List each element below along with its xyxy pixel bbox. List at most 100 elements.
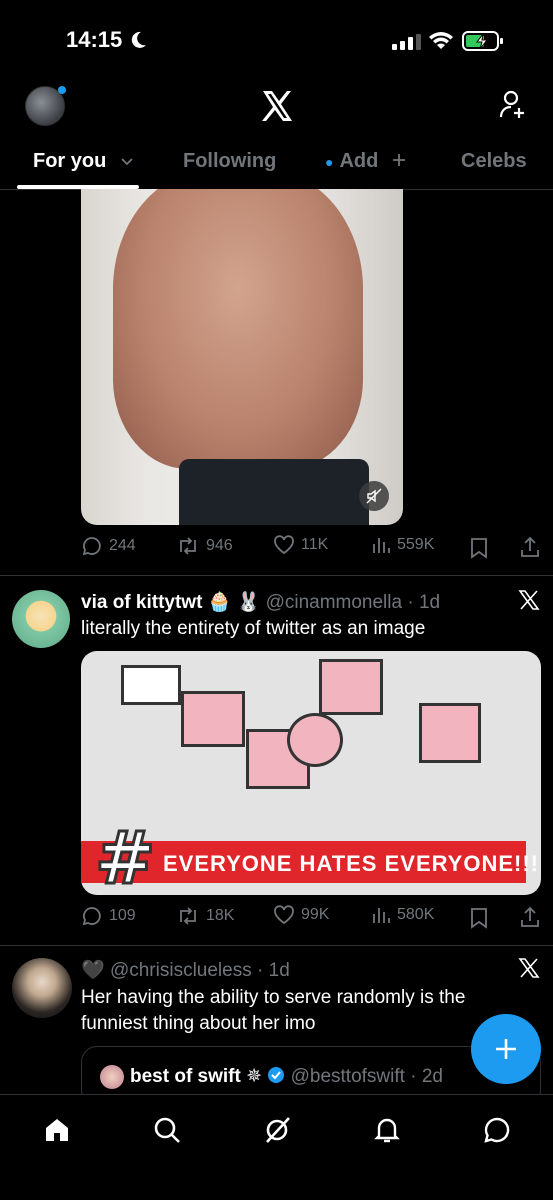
- hashtag-symbol: #: [93, 815, 156, 896]
- tab-label: Celebs: [461, 150, 527, 172]
- signal-icon: [392, 34, 421, 50]
- verified-badge-icon: [268, 1067, 285, 1083]
- wifi-icon: [429, 32, 453, 49]
- status-bar: 14:15: [0, 0, 553, 80]
- post2-text: literally the entirety of twitter as an …: [81, 618, 426, 639]
- quoted-header: best of swift ✵ @besttofswift · 2d: [130, 1065, 443, 1088]
- bottom-navigation: [0, 1094, 553, 1200]
- compose-post-button[interactable]: [471, 1014, 541, 1084]
- quoted-handle: @besttofswift: [290, 1066, 405, 1087]
- moon-icon: [131, 31, 146, 48]
- view-count: 559K: [397, 536, 435, 553]
- post3-timestamp: 1d: [268, 960, 290, 981]
- cartoon-head: [287, 713, 343, 767]
- quoted-name-badge: ✵: [246, 1066, 263, 1087]
- tab-for-you[interactable]: For you: [33, 150, 134, 173]
- mute-button[interactable]: [359, 481, 389, 511]
- reply-count: 244: [109, 537, 136, 554]
- views-button[interactable]: 559K: [371, 535, 434, 555]
- post3-text: Her having the ability to serve randomly…: [81, 987, 466, 1034]
- separator-dot: ·: [251, 960, 269, 981]
- post-divider: [0, 575, 553, 576]
- post3-header: 🖤 @chrisisclueless · 1d: [81, 958, 290, 982]
- dismiss-icon[interactable]: [517, 588, 541, 612]
- plus-icon: [392, 154, 405, 166]
- share-icon[interactable]: [519, 906, 541, 928]
- like-count: 99K: [301, 906, 330, 923]
- separator-dot: ·: [402, 592, 419, 613]
- reply-count: 109: [109, 907, 136, 924]
- plus-icon: [496, 1039, 516, 1059]
- media-banner-text: EVERYONE HATES EVERYONE!!!!: [163, 851, 541, 876]
- post2-timestamp: 1d: [418, 592, 441, 613]
- search-icon[interactable]: [152, 1115, 182, 1145]
- post2-media-image[interactable]: EVERYONE HATES EVERYONE!!!! #: [81, 651, 541, 895]
- post2-avatar[interactable]: [12, 590, 70, 648]
- repost-button[interactable]: 18K: [176, 905, 234, 927]
- like-button[interactable]: 11K: [273, 535, 328, 555]
- unread-dot: ●: [325, 153, 334, 170]
- post3-handle[interactable]: @chrisisclueless: [110, 960, 252, 981]
- views-chart-icon: [373, 908, 390, 923]
- cartoon-head: [181, 691, 245, 747]
- post2-handle[interactable]: @cinammonella: [266, 592, 403, 613]
- post3-avatar[interactable]: [12, 958, 72, 1018]
- post1-actions: 244 946 11K 559K: [81, 535, 543, 561]
- separator-dot: ·: [404, 1066, 422, 1087]
- tab-following[interactable]: Following: [183, 150, 276, 173]
- reply-icon: [82, 537, 101, 556]
- quoted-avatar: [100, 1065, 124, 1089]
- cartoon-head: [319, 659, 383, 715]
- battery-charging-icon: [462, 31, 503, 51]
- tab-add[interactable]: ● Add: [325, 150, 406, 173]
- notifications-bell-icon[interactable]: [372, 1115, 402, 1145]
- chevron-down-icon: [121, 158, 133, 166]
- notification-dot: [58, 86, 66, 94]
- messages-icon[interactable]: [482, 1115, 512, 1145]
- post1-media-video[interactable]: [81, 189, 403, 525]
- muted-speaker-icon: [366, 488, 382, 504]
- post2-header: via of kittytwt 🧁 🐰 @cinammonella · 1d: [81, 590, 440, 614]
- tab-label: Following: [183, 150, 277, 172]
- quoted-display-name: best of swift: [130, 1066, 241, 1087]
- repost-icon: [180, 537, 196, 555]
- tab-celebs[interactable]: Celebs: [461, 150, 527, 173]
- repost-icon: [180, 907, 196, 925]
- dismiss-icon[interactable]: [517, 956, 541, 980]
- post2-display-name[interactable]: via of kittytwt: [81, 592, 202, 613]
- x-logo-icon[interactable]: [259, 88, 295, 124]
- share-icon[interactable]: [519, 536, 541, 558]
- timeline-tabs: For you Following ● Add Celebs: [0, 142, 553, 190]
- bookmark-icon[interactable]: [470, 907, 488, 929]
- reply-icon: [82, 907, 101, 926]
- post2-actions: 109 18K 99K 580K: [81, 905, 543, 931]
- status-time: 14:15: [66, 27, 123, 52]
- bookmark-icon[interactable]: [470, 537, 488, 559]
- like-count: 11K: [301, 536, 329, 553]
- reply-button[interactable]: 109: [81, 905, 136, 927]
- tab-label: For you: [33, 150, 107, 172]
- add-user-icon[interactable]: [499, 90, 527, 120]
- repost-count: 946: [206, 537, 233, 554]
- like-button[interactable]: 99K: [273, 905, 329, 925]
- top-header: For you Following ● Add Celebs: [0, 80, 553, 190]
- views-button[interactable]: 580K: [371, 905, 434, 925]
- tab-label: Add: [339, 150, 379, 172]
- video-subject-clothing: [179, 459, 369, 525]
- video-subject: [113, 189, 363, 469]
- post2-name-emojis: 🧁 🐰: [207, 592, 261, 613]
- post-divider: [0, 945, 553, 946]
- home-icon[interactable]: [42, 1115, 72, 1145]
- quoted-timestamp: 2d: [421, 1066, 443, 1087]
- grok-icon[interactable]: [262, 1115, 292, 1145]
- view-count: 580K: [397, 906, 435, 923]
- heart-icon: [274, 535, 294, 555]
- repost-count: 18K: [206, 907, 235, 924]
- views-chart-icon: [373, 538, 390, 553]
- heart-icon: [274, 905, 294, 925]
- cartoon-head: [419, 703, 481, 763]
- post3-name-emoji: 🖤: [81, 960, 105, 981]
- repost-button[interactable]: 946: [176, 535, 233, 557]
- cartoon-head: [121, 665, 181, 705]
- reply-button[interactable]: 244: [81, 535, 136, 557]
